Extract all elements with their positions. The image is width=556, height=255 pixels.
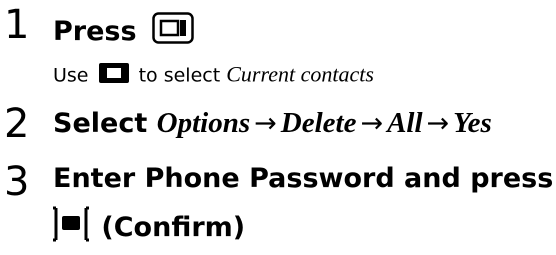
step-note: Use to select Current contacts (53, 62, 374, 90)
side-menu-key-icon (152, 12, 194, 53)
note-item: Current contacts (226, 61, 374, 87)
note-prefix: Use (53, 64, 89, 87)
step-3: 3 Enter Phone Password and press (Confir… (0, 158, 556, 255)
step-2: 2 Select Options → Delete → All → Yes (0, 100, 556, 150)
menu-path-item: All (387, 107, 423, 139)
confirm-label: (Confirm) (101, 212, 246, 243)
step-instruction-line-1: Enter Phone Password and press (53, 163, 554, 194)
step-instruction: Select Options → Delete → All → Yes (53, 106, 492, 141)
step-number: 1 (4, 2, 30, 48)
arrow-icon: → (254, 108, 277, 139)
note-middle: to select (138, 64, 221, 87)
menu-path-item: Options (156, 107, 251, 139)
step-number: 3 (4, 159, 30, 205)
menu-path-item: Yes (453, 107, 492, 139)
menu-path-item: Delete (280, 107, 357, 139)
step-1: 1 Press Use to select Current contacts (0, 0, 556, 90)
step-text: Select (53, 108, 148, 139)
arrow-icon: → (360, 108, 384, 139)
center-select-key-icon (50, 206, 92, 251)
step-text: Press (53, 16, 137, 47)
arrow-icon: → (426, 108, 450, 139)
navigation-key-icon (98, 62, 130, 90)
step-number: 2 (4, 101, 30, 147)
step-instruction: Press (53, 12, 194, 53)
step-instruction-line-2: (Confirm) (50, 206, 245, 251)
